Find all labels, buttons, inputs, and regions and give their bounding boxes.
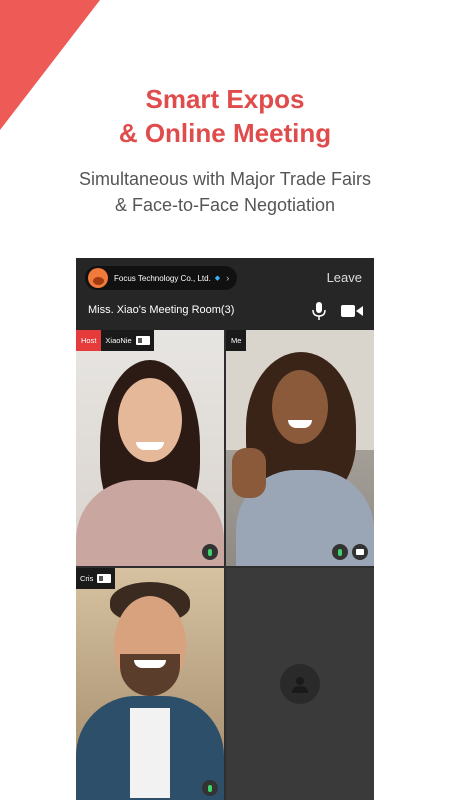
- subheading-line1: Simultaneous with Major Trade Fairs: [78, 169, 372, 189]
- video-camera-icon[interactable]: [341, 304, 363, 318]
- chevron-right-icon: ›: [226, 273, 230, 283]
- mic-active-icon: [332, 544, 348, 560]
- headline-line2: & Online Meeting: [118, 118, 332, 148]
- business-card-icon: [135, 336, 150, 345]
- participant-name: Cris: [80, 574, 94, 583]
- diamond-icon: ◆: [214, 275, 221, 282]
- mic-active-icon: [202, 544, 218, 560]
- meeting-top-bar: Focus Technology Co., Ltd. ◆ › Leave Mis…: [76, 258, 374, 330]
- participant-name: XiaoNie: [105, 336, 132, 345]
- person-placeholder-icon: [280, 664, 320, 704]
- company-avatar: [88, 268, 108, 288]
- participant-tile-host[interactable]: Host XiaoNie: [76, 330, 224, 566]
- business-card-icon: [97, 574, 112, 583]
- host-tag: Host XiaoNie: [76, 330, 154, 351]
- participant-name-badge[interactable]: Cris: [76, 568, 116, 589]
- participant-tile-me[interactable]: Me: [226, 330, 374, 566]
- leave-button[interactable]: Leave: [327, 270, 362, 285]
- me-badge: Me: [226, 330, 247, 351]
- microphone-icon[interactable]: [312, 302, 326, 320]
- switch-camera-icon[interactable]: [352, 544, 368, 560]
- subheading-line2: & Face-to-Face Negotiation: [114, 195, 336, 215]
- headline-line1: Smart Expos: [145, 84, 305, 114]
- host-badge: Host: [76, 330, 102, 351]
- company-pill[interactable]: Focus Technology Co., Ltd. ◆ ›: [85, 266, 237, 290]
- company-name: Focus Technology Co., Ltd.: [114, 273, 211, 283]
- participant-name-badge[interactable]: XiaoNie: [101, 330, 154, 351]
- meeting-screen: Focus Technology Co., Ltd. ◆ › Leave Mis…: [76, 258, 374, 800]
- me-tag: Me: [226, 330, 247, 351]
- headline: Smart Expos & Online Meeting: [0, 82, 450, 150]
- empty-participant-slot[interactable]: [226, 568, 374, 800]
- participant-tile-cris[interactable]: Cris: [76, 568, 224, 800]
- room-title: Miss. Xiao's Meeting Room(3): [88, 304, 235, 316]
- subheading: Simultaneous with Major Trade Fairs & Fa…: [0, 166, 450, 218]
- cris-tag: Cris: [76, 568, 116, 589]
- mic-active-icon: [202, 780, 218, 796]
